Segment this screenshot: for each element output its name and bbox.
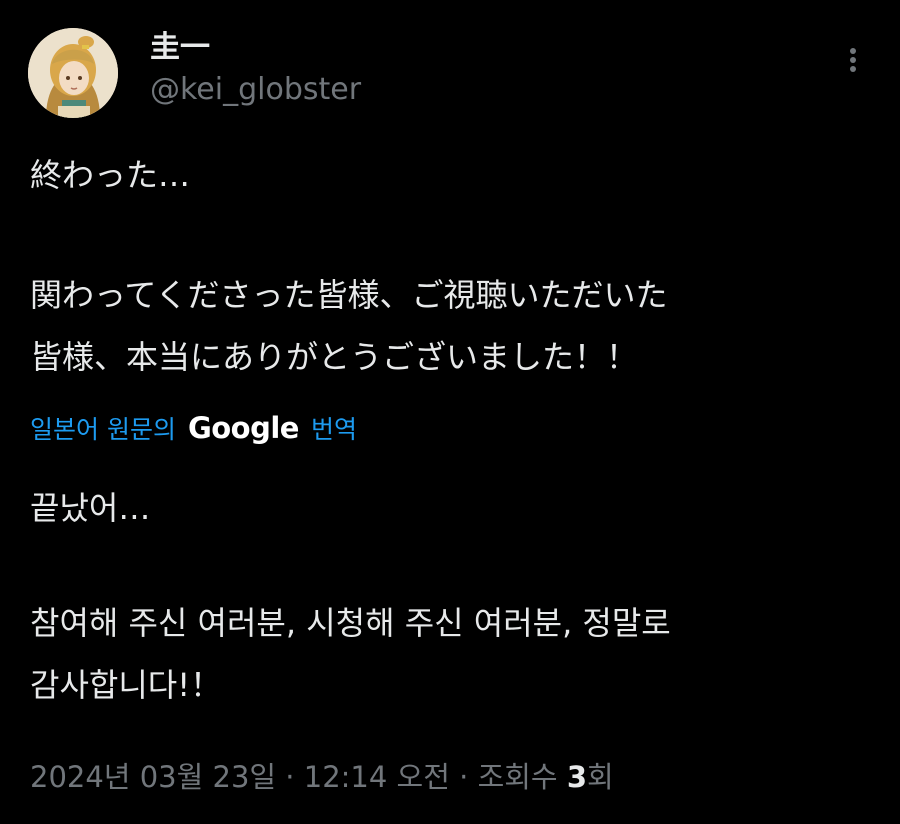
translation-prefix-link[interactable]: 일본어 원문의 xyxy=(30,410,176,446)
tweet-date[interactable]: 2024년 03월 23일 xyxy=(30,760,276,794)
tweet-meta: 2024년 03월 23일 · 12:14 오전 · 조회수 3회 xyxy=(30,757,614,797)
avatar-illustration xyxy=(28,28,118,118)
more-options-button[interactable] xyxy=(838,42,870,78)
avatar[interactable] xyxy=(28,28,118,118)
more-vertical-icon xyxy=(850,66,856,72)
more-vertical-icon xyxy=(850,57,856,63)
tweet-original-line: 終わった… xyxy=(30,156,191,194)
user-handle[interactable]: @kei_globster xyxy=(150,72,361,108)
more-vertical-icon xyxy=(850,48,856,54)
views-suffix: 회 xyxy=(587,760,614,794)
views-count: 3 xyxy=(566,760,588,794)
tweet-time[interactable]: 12:14 오전 xyxy=(304,760,450,794)
tweet-translated-line: 감사합니다!！ xyxy=(30,666,223,704)
tweet-original-line: 皆様、本当にありがとうございました！！ xyxy=(30,338,639,376)
tweet-translated-line: 참여해 주신 여러분, 시청해 주신 여러분, 정말로 xyxy=(30,604,671,642)
translation-suffix-link[interactable]: 번역 xyxy=(311,410,357,446)
meta-separator: · xyxy=(276,760,304,794)
translation-attribution[interactable]: 일본어 원문의 Google 번역 xyxy=(30,408,357,448)
tweet-translated-line: 끝났어… xyxy=(30,489,151,527)
display-name[interactable]: 圭一 xyxy=(150,30,210,66)
google-logo: Google xyxy=(187,411,300,445)
tweet-original-line: 関わってくださった皆様、ご視聴いただいた xyxy=(30,276,668,314)
views-label: 조회수 xyxy=(477,760,567,794)
meta-separator: · xyxy=(449,760,478,794)
